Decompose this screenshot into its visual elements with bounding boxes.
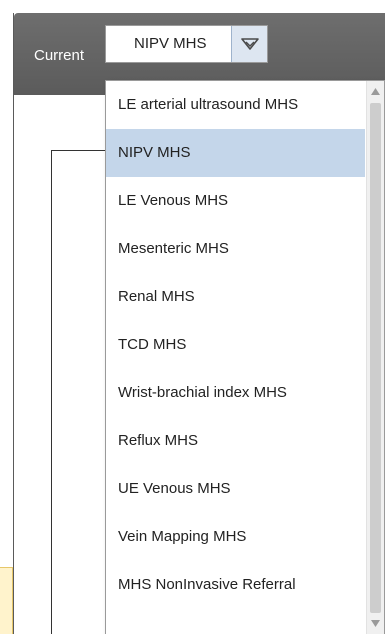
dropdown-option[interactable]: LE arterial ultrasound MHS	[106, 81, 365, 129]
select-dropdown-list: LE arterial ultrasound MHS NIPV MHS LE Ven…	[105, 80, 385, 634]
dropdown-option[interactable]: NIPV MHS	[106, 129, 365, 177]
triangle-up-icon[interactable]	[370, 87, 381, 96]
dropdown-option[interactable]: Reflux MHS	[106, 417, 365, 465]
dropdown-option[interactable]: TCD MHS	[106, 321, 365, 369]
dropdown-option[interactable]: Mesenteric MHS	[106, 225, 365, 273]
option-list: LE arterial ultrasound MHS NIPV MHS LE Ven…	[106, 81, 365, 609]
dropdown-option[interactable]: MHS NonInvasive Referral	[106, 561, 365, 609]
protocol-select[interactable]: NIPV MHS	[105, 25, 268, 63]
select-value: NIPV MHS	[134, 35, 207, 52]
triangle-down-icon[interactable]	[370, 619, 381, 628]
dropdown-option[interactable]: Vein Mapping MHS	[106, 513, 365, 561]
select-toggle-button[interactable]	[231, 26, 267, 62]
current-label: Current	[34, 47, 85, 64]
note-box	[0, 567, 13, 634]
dropdown-scrollbar[interactable]	[366, 81, 384, 634]
dropdown-option[interactable]: UE Venous MHS	[106, 465, 365, 513]
screen: Current e NIPV MHS LE arterial ultrasoun…	[0, 0, 385, 634]
frame-border	[13, 13, 14, 634]
dropdown-option[interactable]: Wrist-brachial index MHS	[106, 369, 365, 417]
dropdown-option[interactable]: LE Venous MHS	[106, 177, 365, 225]
dropdown-option[interactable]: Renal MHS	[106, 273, 365, 321]
chevron-down-icon	[241, 38, 259, 50]
scroll-thumb[interactable]	[370, 103, 381, 613]
